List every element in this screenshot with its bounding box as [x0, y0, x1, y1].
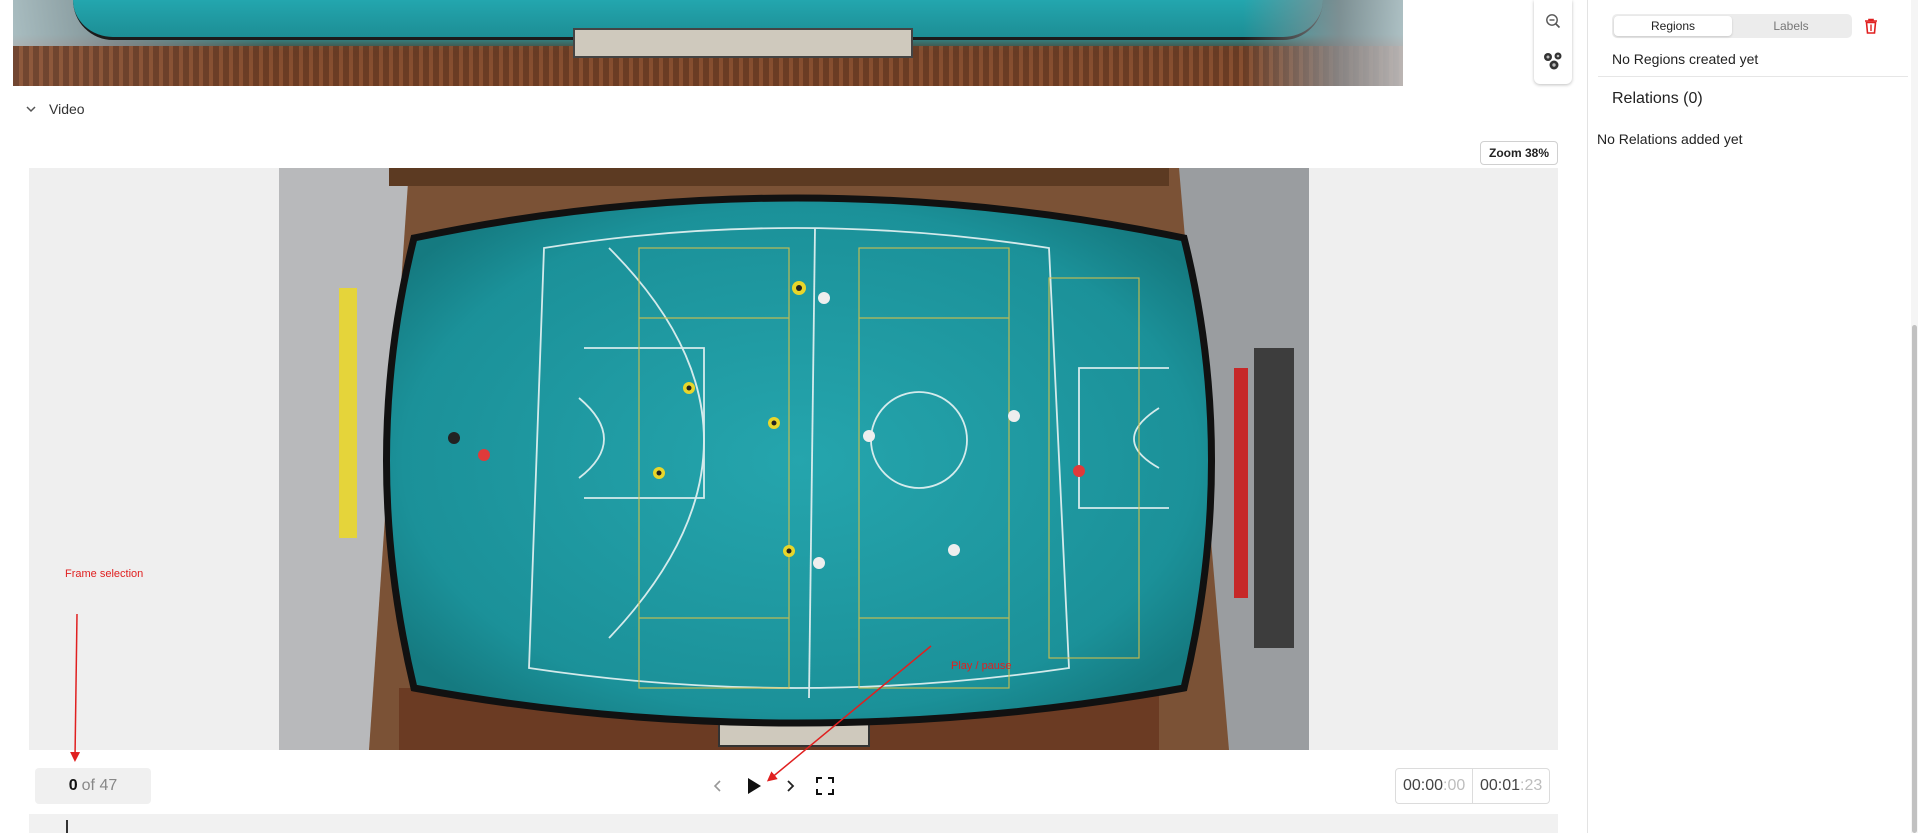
time-current-main: 00:00 — [1403, 777, 1444, 794]
video-frame-image — [279, 168, 1309, 750]
delete-all-button[interactable] — [1860, 15, 1882, 37]
play-icon — [748, 778, 761, 794]
video-controls: 0 of 47 00:00:00 00:01:23 — [29, 766, 1558, 814]
zoom-out-icon — [1546, 14, 1561, 29]
scrollbar-thumb[interactable] — [1912, 325, 1917, 833]
prev-frame-button[interactable] — [703, 770, 733, 802]
cluster-icon — [1544, 52, 1562, 70]
frame-total: of 47 — [81, 777, 118, 794]
annotation-frame-selection: Frame selection — [65, 568, 144, 580]
trash-icon — [1865, 18, 1877, 34]
sidebar-tabs: Regions Labels — [1612, 14, 1852, 38]
prev-frame-icon — [713, 780, 721, 792]
sidebar: Regions Labels No Regions created yet Re… — [1588, 0, 1918, 833]
video-section-header[interactable]: Video — [25, 98, 85, 120]
time-total-main: 00:01 — [1480, 777, 1521, 794]
fullscreen-icon — [816, 777, 834, 795]
next-frame-icon — [787, 780, 795, 792]
time-total-frac: :23 — [1520, 777, 1543, 794]
image-tools — [1534, 0, 1572, 84]
zoom-out-button[interactable] — [1538, 4, 1568, 38]
relations-title: Relations (0) — [1612, 90, 1703, 107]
no-relations-message: No Relations added yet — [1597, 131, 1743, 147]
timeline[interactable] — [29, 814, 1558, 833]
tab-regions[interactable]: Regions — [1614, 16, 1732, 36]
time-total: 00:01:23 — [1473, 768, 1551, 804]
annotation-play-pause: Play / pause — [951, 660, 1012, 672]
video-topbar: Zoom 38% — [29, 136, 1558, 168]
cluster-tool-button[interactable] — [1538, 44, 1568, 78]
video-frame[interactable] — [279, 168, 1309, 750]
video-stage — [29, 168, 1558, 750]
next-frame-button[interactable] — [775, 770, 805, 802]
frame-counter[interactable]: 0 of 47 — [35, 768, 151, 804]
time-current: 00:00:00 — [1395, 768, 1474, 804]
time-current-frac: :00 — [1443, 777, 1466, 794]
sidebar-divider — [1598, 76, 1908, 77]
zoom-badge[interactable]: Zoom 38% — [1479, 141, 1558, 165]
timeline-cursor[interactable] — [66, 820, 68, 833]
image-stands-right — [1243, 0, 1403, 86]
scrollbar[interactable] — [1911, 0, 1918, 833]
tab-labels[interactable]: Labels — [1732, 16, 1850, 36]
no-regions-message: No Regions created yet — [1612, 51, 1759, 67]
video-section-title: Video — [49, 101, 85, 117]
image-preview[interactable] — [13, 0, 1403, 86]
play-pause-button[interactable] — [739, 770, 769, 802]
chevron-down-icon — [26, 106, 36, 113]
frame-current: 0 — [68, 777, 78, 794]
main-area: Video Zoom 38% Frame selection Play / pa… — [0, 0, 1587, 833]
fullscreen-button[interactable] — [810, 770, 840, 802]
image-tables — [573, 28, 913, 58]
video-panel: Zoom 38% Frame selection Play / pause 0 … — [29, 136, 1558, 833]
